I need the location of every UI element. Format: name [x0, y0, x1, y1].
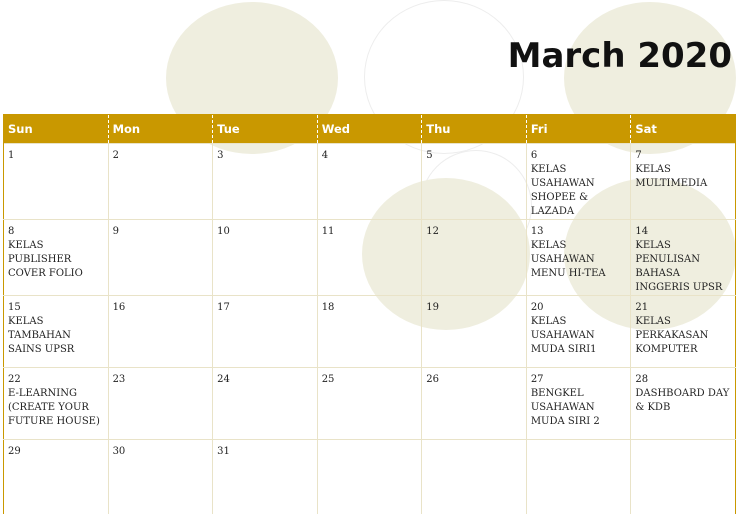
day-number: 2: [112, 150, 119, 161]
day-number: 15: [8, 302, 21, 313]
day-cell[interactable]: 4: [316, 143, 423, 220]
day-cell[interactable]: 7 KELAS MULTIMEDIA: [630, 143, 736, 220]
day-number: 21: [635, 302, 649, 313]
day-cell[interactable]: [421, 439, 527, 514]
day-number: 13: [530, 226, 544, 237]
day-number: 27: [530, 374, 544, 385]
day-number: 3: [217, 150, 224, 161]
weekday-header-fri: Fri: [525, 114, 631, 144]
day-number: 6: [530, 150, 538, 161]
day-cell[interactable]: 11: [316, 219, 423, 296]
weekday-header-sun: Sun: [3, 114, 109, 144]
event-label: KELAS TAMBAHAN SAINS UPSR: [8, 316, 75, 355]
day-number: 25: [321, 374, 335, 385]
weekday-header-mon: Mon: [107, 114, 213, 144]
day-cell[interactable]: 21 KELAS PERKAKASAN KOMPUTER: [630, 295, 736, 368]
day-cell[interactable]: 3: [212, 143, 318, 220]
day-number: 8: [8, 226, 15, 237]
event-label: KELAS PENULISAN BAHASA INGGERIS UPSR: [635, 240, 723, 293]
day-cell[interactable]: 6 KELAS USAHAWAN SHOPEE & LAZADA: [525, 143, 632, 220]
event-label: KELAS PERKAKASAN KOMPUTER: [635, 316, 709, 355]
day-number: 7: [635, 150, 642, 161]
day-cell[interactable]: 5: [421, 143, 527, 220]
calendar-grid: Sun Mon Tue Wed Thu Fri Sat 1 2 3 4 5 6 KELAS …: [3, 114, 736, 514]
weekday-header-wed: Wed: [316, 114, 422, 144]
day-cell[interactable]: 8 KELAS PUBLISHER COVER FOLIO: [3, 219, 109, 296]
week-row: 15 KELAS TAMBAHAN SAINS UPSR 16 17 18 19 20 KEL…: [3, 295, 736, 368]
day-cell[interactable]: 25: [316, 367, 423, 440]
day-number: 14: [635, 226, 649, 237]
week-row: 8 KELAS PUBLISHER COVER FOLIO 9 10 11 12 13 KEL…: [3, 219, 736, 296]
day-number: 9: [112, 226, 119, 237]
day-number: 1: [8, 150, 15, 161]
day-cell[interactable]: 19: [421, 295, 527, 368]
day-cell[interactable]: 13 KELAS USAHAWAN MENU HI-TEA: [525, 219, 632, 296]
day-cell[interactable]: 1: [3, 143, 109, 220]
event-label: KELAS USAHAWAN SHOPEE & LAZADA: [530, 164, 595, 217]
day-cell[interactable]: 22 E-LEARNING (CREATE YOUR FUTURE HOUSE): [3, 367, 109, 440]
calendar-body: 1 2 3 4 5 6 KELAS USAHAWAN SHOPEE & LAZADA 7 KEL…: [3, 143, 736, 514]
day-number: 12: [426, 226, 439, 237]
day-number: 4: [321, 150, 329, 161]
event-label: KELAS PUBLISHER COVER FOLIO: [8, 240, 83, 279]
day-cell[interactable]: 18: [316, 295, 423, 368]
day-number: 26: [426, 374, 439, 385]
event-label: E-LEARNING (CREATE YOUR FUTURE HOUSE): [8, 388, 100, 427]
week-row: 22 E-LEARNING (CREATE YOUR FUTURE HOUSE) 2…: [3, 367, 736, 440]
day-number: 16: [112, 302, 126, 313]
day-cell[interactable]: 26: [421, 367, 527, 440]
day-cell[interactable]: 2: [107, 143, 214, 220]
day-cell[interactable]: 27 BENGKEL USAHAWAN MUDA SIRI 2: [525, 367, 632, 440]
event-label: KELAS USAHAWAN MENU HI-TEA: [530, 240, 606, 279]
day-cell[interactable]: 28 DASHBOARD DAY & KDB: [630, 367, 736, 440]
day-number: 23: [112, 374, 126, 385]
day-number: 22: [8, 374, 21, 385]
day-cell[interactable]: 16: [107, 295, 214, 368]
day-number: 5: [426, 150, 433, 161]
day-number: 30: [112, 446, 126, 457]
day-number: 17: [217, 302, 230, 313]
event-label: DASHBOARD DAY & KDB: [635, 388, 730, 413]
weekday-header-thu: Thu: [421, 114, 527, 144]
day-number: 29: [8, 446, 21, 457]
day-number: 11: [321, 226, 335, 237]
day-cell[interactable]: 12: [421, 219, 527, 296]
day-number: 24: [217, 374, 230, 385]
day-cell[interactable]: [316, 439, 423, 514]
day-cell[interactable]: 29: [3, 439, 109, 514]
week-row: 1 2 3 4 5 6 KELAS USAHAWAN SHOPEE & LAZADA 7 KEL…: [3, 143, 736, 220]
day-cell[interactable]: 14 KELAS PENULISAN BAHASA INGGERIS UPSR: [630, 219, 736, 296]
day-cell[interactable]: 31: [212, 439, 318, 514]
weekday-header-row: Sun Mon Tue Wed Thu Fri Sat: [3, 114, 736, 144]
week-row: 29 30 31: [3, 439, 736, 514]
event-label: KELAS USAHAWAN MUDA SIRI1: [530, 316, 597, 355]
day-cell[interactable]: 23: [107, 367, 214, 440]
day-cell[interactable]: [630, 439, 736, 514]
day-number: 31: [217, 446, 230, 457]
weekday-header-sat: Sat: [630, 114, 736, 144]
day-cell[interactable]: 10: [212, 219, 318, 296]
day-cell[interactable]: 24: [212, 367, 318, 440]
day-cell[interactable]: [525, 439, 632, 514]
day-number: 28: [635, 374, 649, 385]
day-number: 20: [530, 302, 544, 313]
day-cell[interactable]: 20 KELAS USAHAWAN MUDA SIRI1: [525, 295, 632, 368]
day-number: 18: [321, 302, 335, 313]
day-cell[interactable]: 17: [212, 295, 318, 368]
weekday-header-tue: Tue: [212, 114, 318, 144]
day-cell[interactable]: 15 KELAS TAMBAHAN SAINS UPSR: [3, 295, 109, 368]
event-label: KELAS MULTIMEDIA: [635, 164, 708, 189]
event-label: BENGKEL USAHAWAN MUDA SIRI 2: [530, 388, 600, 427]
calendar-title: March 2020: [507, 36, 732, 76]
day-number: 10: [217, 226, 230, 237]
day-cell[interactable]: 30: [107, 439, 214, 514]
day-cell[interactable]: 9: [107, 219, 214, 296]
day-number: 19: [426, 302, 439, 313]
